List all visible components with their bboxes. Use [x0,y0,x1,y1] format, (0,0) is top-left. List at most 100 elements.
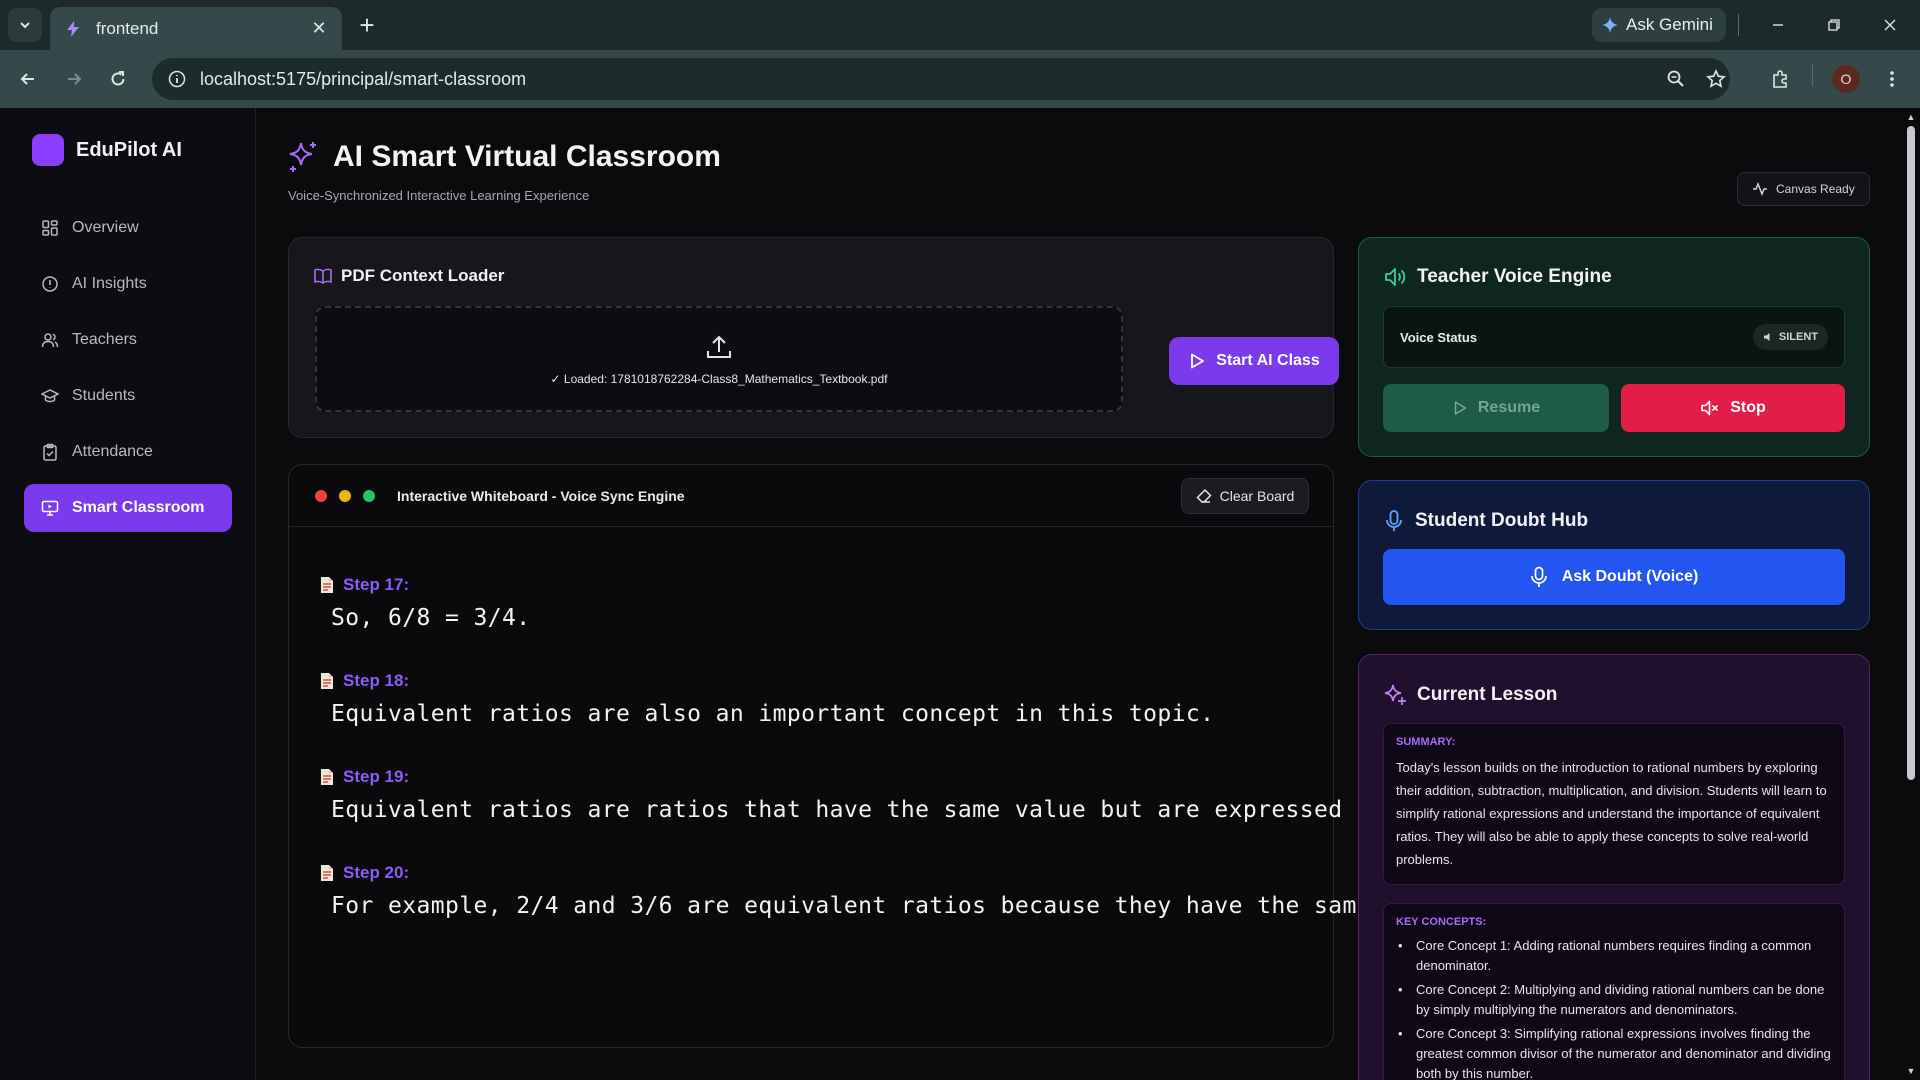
clear-board-label: Clear Board [1219,488,1295,504]
card-title: Teacher Voice Engine [1417,266,1612,287]
canvas-status-badge: Canvas Ready [1737,172,1870,206]
gemini-sparkle-icon [1602,17,1618,33]
teacher-voice-engine-card: Teacher Voice Engine Voice Status SILENT… [1358,237,1870,457]
start-ai-class-label: Start AI Class [1216,352,1320,369]
whiteboard-step: Step 19: Equivalent ratios are ratios th… [319,767,1527,863]
key-concept-item: Core Concept 3: Simplifying rational exp… [1396,1024,1832,1080]
star-icon [1706,69,1726,88]
key-concept-item: Core Concept 2: Multiplying and dividing… [1396,980,1832,1020]
whiteboard-steps: Step 17: So, 6/8 = 3/4. Step 18: Equival… [319,575,1527,959]
yellow-dot [339,489,351,502]
brand-name: EduPilot AI [76,138,182,161]
page-scrollbar[interactable]: ▲ ▼ [1902,108,1920,1080]
close-window-button[interactable] [1870,8,1910,42]
sidebar-item-overview[interactable]: Overview [24,204,232,252]
sidebar-item-label: Attendance [72,443,153,460]
toolbar-divider [1738,14,1739,36]
brand[interactable]: EduPilot AI [32,134,182,166]
stop-button[interactable]: Stop [1621,384,1845,432]
memo-icon [321,673,333,689]
card-title: Student Doubt Hub [1415,510,1589,531]
bookmark-button[interactable] [1696,59,1736,99]
ask-gemini-button[interactable]: Ask Gemini [1592,8,1726,42]
reload-icon [111,71,125,86]
sidebar-item-label: Smart Classroom [72,499,205,516]
kebab-menu-icon [1890,71,1894,87]
microphone-icon [1386,510,1402,531]
whiteboard-step: Step 20: For example, 2/4 and 3/6 are eq… [319,863,1471,959]
activity-icon [1753,181,1767,197]
volume-icon [1385,268,1406,286]
current-lesson-card: Current Lesson SUMMARY: Today's lesson b… [1358,654,1870,1080]
resume-button[interactable]: Resume [1383,384,1609,432]
users-icon [40,330,60,350]
monitor-icon [40,498,60,518]
sidebar-item-smart-classroom[interactable]: Smart Classroom [24,484,232,532]
arrow-right-icon [68,73,82,85]
minimize-icon [1773,24,1783,26]
zoom-button[interactable] [1656,59,1696,99]
url-bar[interactable]: localhost:5175/principal/smart-classroom [152,58,1730,100]
tab-close-icon[interactable]: ✕ [308,18,330,40]
step-text: So, 6/8 = 3/4. [331,605,531,631]
step-label-row: Step 20: [319,863,1329,883]
grid-icon [40,218,60,238]
toolbar-divider [1812,64,1813,86]
new-tab-button[interactable]: + [352,10,382,40]
pdf-dropzone[interactable]: ✓ Loaded: 1781018762284-Class8_Mathemati… [315,306,1123,412]
ask-gemini-label: Ask Gemini [1626,15,1713,34]
sidebar-item-attendance[interactable]: Attendance [24,428,232,476]
back-button[interactable] [12,63,44,95]
page-title: AI Smart Virtual Classroom [333,140,721,173]
student-doubt-hub-card: Student Doubt Hub Ask Doubt (Voice) [1358,480,1870,630]
lesson-key-concepts: KEY CONCEPTS: Core Concept 1: Adding rat… [1383,903,1845,1080]
play-icon [1454,401,1467,415]
vite-favicon-icon [62,18,84,40]
sidebar-item-students[interactable]: Students [24,372,232,420]
tab-search-button[interactable] [8,8,42,42]
site-info-icon[interactable] [164,66,190,92]
forward-button[interactable] [58,63,90,95]
whiteboard-header: Interactive Whiteboard - Voice Sync Engi… [289,465,1333,527]
ask-doubt-label: Ask Doubt (Voice) [1561,568,1699,585]
minimize-button[interactable] [1758,8,1798,42]
book-open-icon [314,268,332,284]
clear-board-button[interactable]: Clear Board [1181,478,1309,514]
scroll-up-arrow-icon[interactable]: ▲ [1906,112,1916,122]
card-header: Teacher Voice Engine [1383,266,1612,288]
scrollbar-thumb[interactable] [1907,126,1915,780]
browser-tab[interactable]: frontend ✕ [50,7,342,50]
restore-button[interactable] [1814,8,1854,42]
sidebar-item-teachers[interactable]: Teachers [24,316,232,364]
extensions-button[interactable] [1760,59,1800,99]
close-icon [1884,19,1896,31]
reload-button[interactable] [102,63,134,95]
ask-doubt-button[interactable]: Ask Doubt (Voice) [1383,549,1845,605]
sidebar-item-ai-insights[interactable]: AI Insights [24,260,232,308]
pdf-context-loader-card: PDF Context Loader ✓ Loaded: 17810187622… [288,237,1339,438]
start-ai-class-button[interactable]: Start AI Class [1169,337,1339,385]
step-text: For example, 2/4 and 3/6 are equivalent … [331,893,1471,919]
microphone-icon [1530,566,1547,587]
step-label-row: Step 19: [319,767,1329,787]
play-icon [1191,353,1205,369]
profile-avatar[interactable]: O [1832,65,1860,93]
chevron-down-icon [20,22,30,29]
card-title: PDF Context Loader [341,266,505,285]
puzzle-icon [1773,70,1787,88]
page-subtitle: Voice-Synchronized Interactive Learning … [288,188,590,203]
summary-label: SUMMARY: [1396,736,1456,748]
step-text: Equivalent ratios are also an important … [331,701,1215,727]
browser-menu-button[interactable] [1872,59,1912,99]
clipboard-check-icon [40,442,60,462]
scroll-down-arrow-icon[interactable]: ▼ [1906,1066,1916,1076]
sidebar: EduPilot AI Overview AI Insights Teacher… [0,108,256,1080]
graduation-cap-icon [40,386,60,406]
sidebar-nav: Overview AI Insights Teachers Students A… [24,204,232,540]
eraser-icon [1196,488,1212,503]
brand-logo [32,134,64,166]
resume-label: Resume [1477,399,1541,416]
alert-circle-icon [40,274,60,294]
canvas-status-label: Canvas Ready [1776,182,1855,196]
whiteboard-step: Step 17: So, 6/8 = 3/4. [319,575,1329,671]
